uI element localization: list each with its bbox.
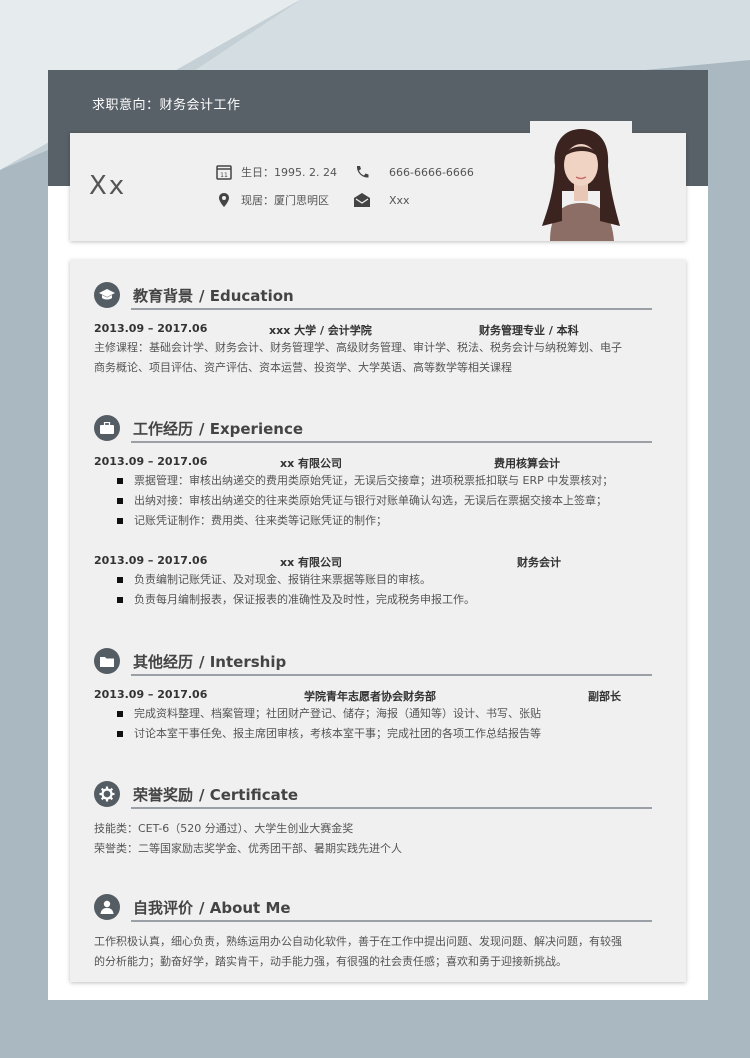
phone-number: 666-6666-6666 [389,165,474,179]
location-pin-icon [215,191,233,209]
address-info: 现居：厦门思明区 [215,191,329,209]
experience-title: 工作经历 / Experience [133,419,304,438]
resume-body: 教育背景 / Education 2013.09 – 2017.06 xxx 大学… [70,260,686,982]
job-duties: 票据管理：审核出纳递交的费用类原始凭证，无误后交接章；进项税票抵扣联与 ERP … [94,471,652,531]
profile-card: Xx 11 生日：1995. 2. 24 666-6666-6666 现居：厦门… [70,121,686,241]
folder-icon [94,648,120,674]
school-name: xxx 大学 / 会计学院 [269,324,372,337]
internship-period: 2013.09 – 2017.06 [94,688,208,701]
about-title: 自我评价 / About Me [133,898,291,917]
list-item: 负责每月编制报表，保证报表的准确性及及时性，完成税务申报工作。 [94,590,652,610]
section-divider [131,441,652,443]
education-section: 教育背景 / Education 2013.09 – 2017.06 xxx 大学… [94,280,652,378]
courses-line-2: 商务概论、项目评估、资产评估、资本运营、投资学、大学英语、高等数学等相关课程 [94,361,512,374]
certificate-header: 荣誉奖励 / Certificate [94,779,652,809]
svg-text:11: 11 [220,172,228,179]
certificate-title: 荣誉奖励 / Certificate [133,785,299,804]
person-icon [94,894,120,920]
major-degree: 财务管理专业 / 本科 [479,324,579,337]
birth-date: 生日：1995. 2. 24 [241,166,337,179]
job-position: 费用核算会计 [494,457,560,470]
job-objective: 求职意向：财务会计工作 [92,98,241,113]
birth-info: 11 生日：1995. 2. 24 [215,163,337,181]
courses-line-1: 主修课程：基础会计学、财务会计、财务管理学、高级财务管理、审计学、税法、税务会计… [94,341,622,354]
gear-icon [94,781,120,807]
internship-duties: 完成资料整理、档案管理；社团财产登记、储存；海报（通知等）设计、书写、张贴 讨论… [94,704,652,744]
email-info: Xxx [353,191,410,209]
education-row: 2013.09 – 2017.06 xxx 大学 / 会计学院 财务管理专业 /… [94,318,652,338]
email-address: Xxx [389,193,410,207]
about-header: 自我评价 / About Me [94,892,652,922]
internship-title: 其他经历 / Intership [133,652,287,671]
about-section: 自我评价 / About Me 工作积极认真，细心负责，熟练运用办公自动化软件，善… [94,892,652,972]
job-period: 2013.09 – 2017.06 [94,554,208,567]
mail-icon [353,191,371,209]
experience-header: 工作经历 / Experience [94,413,652,443]
education-period: 2013.09 – 2017.06 [94,322,208,335]
section-divider [131,674,652,676]
self-evaluation-line-1: 工作积极认真，细心负责，熟练运用办公自动化软件，善于在工作中提出问题、发现问题、… [94,935,622,948]
current-address: 现居：厦门思明区 [241,194,329,207]
self-evaluation-line-2: 的分析能力；勤奋好学，踏实肯干，动手能力强，有很强的社会责任感；喜欢和勇于迎接新… [94,955,567,968]
honor-awards: 荣誉类：二等国家励志奖学金、优秀团干部、暑期实践先进个人 [94,842,402,855]
skills-awards: 技能类：CET-6（520 分通过）、大学生创业大赛金奖 [94,822,354,835]
list-item: 完成资料整理、档案管理；社团财产登记、储存；海报（通知等）设计、书写、张贴 [94,704,652,724]
list-item: 出纳对接：审核出纳递交的往来类原始凭证与银行对账单确认勾选，无误后在票据交接本上… [94,491,652,511]
job-row: 2013.09 – 2017.06 xx 有限公司 费用核算会计 [94,451,652,471]
education-header: 教育背景 / Education [94,280,652,310]
list-item: 票据管理：审核出纳递交的费用类原始凭证，无误后交接章；进项税票抵扣联与 ERP … [94,471,652,491]
phone-icon [353,163,371,181]
candidate-name: Xx [89,171,127,201]
list-item: 记账凭证制作：费用类、往来类等记账凭证的制作； [94,511,652,531]
internship-role: 副部长 [588,690,621,703]
organization-name: 学院青年志愿者协会财务部 [304,690,436,703]
job-duties: 负责编制记账凭证、及对现金、报销往来票据等账目的审核。 负责每月编制报表，保证报… [94,570,652,610]
job-row: 2013.09 – 2017.06 xx 有限公司 财务会计 [94,550,652,570]
phone-info: 666-6666-6666 [353,163,474,181]
company-name: xx 有限公司 [280,556,343,569]
job-position: 财务会计 [517,556,561,569]
internship-header: 其他经历 / Intership [94,646,652,676]
section-divider [131,807,652,809]
graduation-cap-icon [94,282,120,308]
calendar-icon: 11 [215,163,233,181]
experience-section: 工作经历 / Experience 2013.09 – 2017.06 xx 有限… [94,413,652,610]
resume-sheet: 求职意向：财务会计工作 Xx 11 生日：1995. 2. 24 666-666… [48,70,708,1000]
education-title: 教育背景 / Education [133,286,294,305]
briefcase-icon [94,415,120,441]
list-item: 负责编制记账凭证、及对现金、报销往来票据等账目的审核。 [94,570,652,590]
section-divider [131,920,652,922]
section-divider [131,308,652,310]
certificate-section: 荣誉奖励 / Certificate 技能类：CET-6（520 分通过）、大学生… [94,779,652,859]
list-item: 讨论本室干事任免、报主席团审核，考核本室干事；完成社团的各项工作总结报告等 [94,724,652,744]
profile-photo [530,121,632,241]
company-name: xx 有限公司 [280,457,343,470]
internship-section: 其他经历 / Intership 2013.09 – 2017.06 学院青年志愿… [94,646,652,744]
job-period: 2013.09 – 2017.06 [94,455,208,468]
internship-row: 2013.09 – 2017.06 学院青年志愿者协会财务部 副部长 [94,684,652,704]
